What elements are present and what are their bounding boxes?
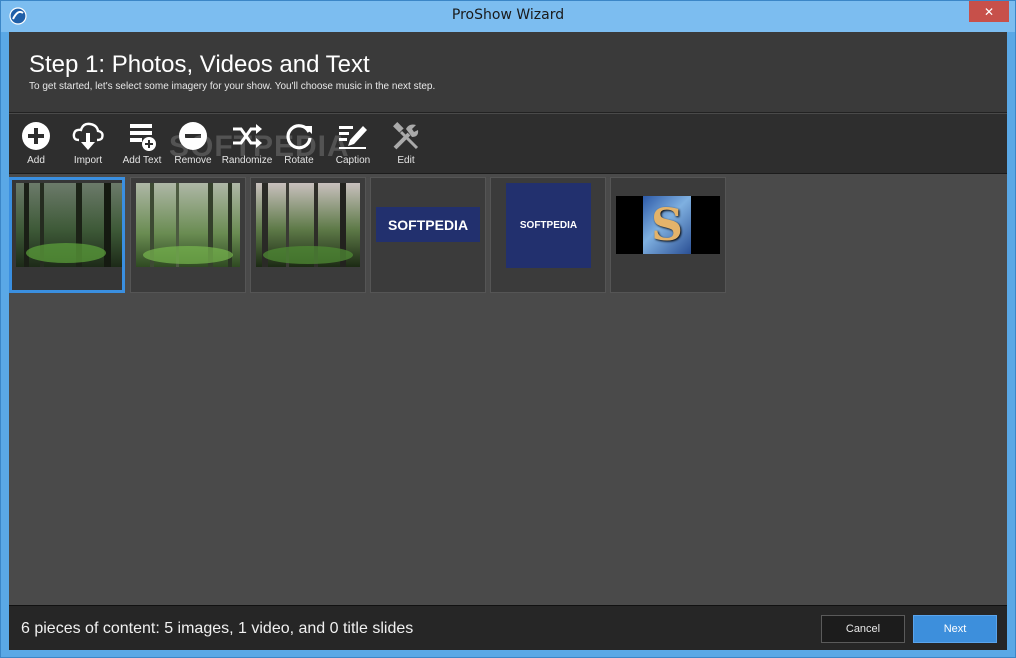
forest-image (256, 183, 360, 267)
remove-circle-icon (179, 122, 207, 150)
next-button[interactable]: Next (913, 615, 997, 643)
logo-text: SOFTPEDIA (519, 220, 578, 231)
video-frame: S (616, 196, 720, 254)
thumbnail-2[interactable] (130, 177, 246, 293)
window-title: ProShow Wizard (451, 7, 565, 23)
toolbar: Add Import Add Text Remove Randomize Rot… (9, 114, 1007, 174)
thumbnail-1[interactable] (9, 177, 125, 293)
content-summary: 6 pieces of content: 5 images, 1 video, … (21, 620, 414, 637)
add-circle-icon (22, 122, 50, 150)
logo-text: SOFTPEDIA (387, 216, 469, 233)
close-icon: ✕ (983, 4, 995, 19)
forest-image (16, 183, 122, 267)
add-text-button[interactable]: Add Text (115, 120, 169, 172)
caption-pen-icon (339, 126, 367, 149)
rotate-label: Rotate (284, 155, 314, 166)
wizard-window: ProShow Wizard ✕ Step 1: Photos, Videos … (0, 0, 1016, 658)
add-button[interactable]: Add (9, 120, 63, 172)
video-logo: S (643, 196, 691, 254)
video-logo-letter: S (651, 199, 683, 251)
page-title: Step 1: Photos, Videos and Text (29, 51, 370, 78)
caption-button[interactable]: Caption (326, 120, 380, 172)
close-button[interactable]: ✕ (969, 1, 1009, 22)
forest-image (136, 183, 240, 267)
add-text-label: Add Text (122, 155, 162, 166)
randomize-label: Randomize (221, 155, 273, 166)
thumbnail-3[interactable] (250, 177, 366, 293)
remove-label: Remove (174, 155, 212, 166)
rotate-button[interactable]: Rotate (272, 120, 326, 172)
rotate-icon (286, 124, 312, 150)
add-text-icon (130, 124, 156, 151)
add-label: Add (27, 155, 45, 166)
shuffle-icon (233, 124, 262, 148)
edit-label: Edit (397, 155, 415, 166)
remove-button[interactable]: Remove (166, 120, 220, 172)
tools-icon (393, 122, 419, 150)
edit-button[interactable]: Edit (379, 120, 433, 172)
thumbnail-4[interactable]: SOFTPEDIA (370, 177, 486, 293)
import-label: Import (73, 155, 103, 166)
thumbnail-5[interactable]: SOFTPEDIA (490, 177, 606, 293)
title-bar[interactable]: ProShow Wizard ✕ (1, 1, 1015, 32)
caption-label: Caption (335, 155, 371, 166)
cloud-download-icon (72, 122, 104, 150)
cancel-button[interactable]: Cancel (821, 615, 905, 643)
wizard-content: Step 1: Photos, Videos and Text To get s… (9, 32, 1007, 650)
thumbnail-6-video[interactable]: S (610, 177, 726, 293)
page-subtitle: To get started, let's select some imager… (29, 81, 436, 92)
softpedia-square: SOFTPEDIA (506, 183, 591, 268)
import-button[interactable]: Import (61, 120, 115, 172)
step-header: Step 1: Photos, Videos and Text To get s… (9, 32, 1007, 113)
softpedia-banner: SOFTPEDIA (376, 207, 480, 242)
footer-bar: 6 pieces of content: 5 images, 1 video, … (9, 605, 1007, 650)
randomize-button[interactable]: Randomize (220, 120, 274, 172)
content-grid: SOFTPEDIA SOFTPEDIA S (9, 175, 1007, 605)
